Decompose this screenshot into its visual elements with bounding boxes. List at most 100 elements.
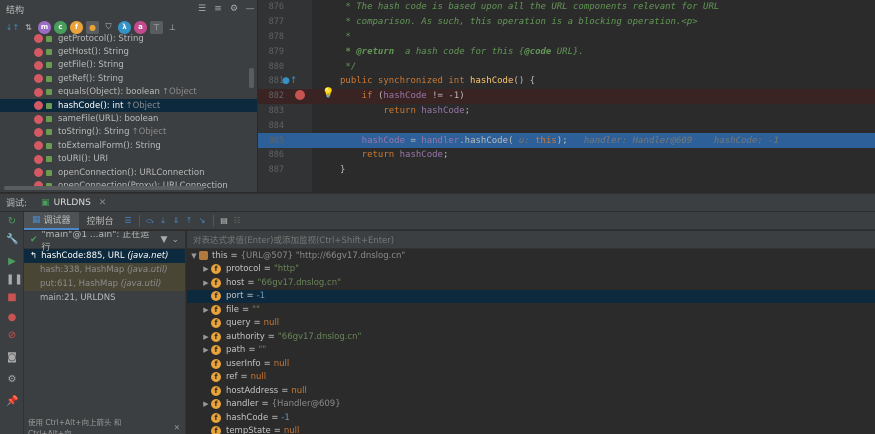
code-token: * (340, 31, 351, 42)
field-icon: f (211, 331, 221, 342)
step-out-icon[interactable]: ⤒ (183, 214, 196, 227)
intention-bulb-icon[interactable]: 💡 (322, 88, 334, 99)
run-to-cursor-icon[interactable]: ↘ (196, 214, 209, 227)
code-line[interactable]: 878 * (258, 30, 875, 45)
variable-row[interactable]: f ref = null (187, 371, 875, 385)
structure-member[interactable]: openConnection(): URLConnection (0, 166, 257, 179)
code-token: } (340, 165, 346, 176)
code-line[interactable]: 884 (258, 118, 875, 133)
chevron-right-icon[interactable]: ▶ (201, 346, 211, 354)
gear-icon[interactable]: ⚙ (226, 4, 242, 14)
variable-row[interactable]: f query = null (187, 317, 875, 331)
chevron-right-icon[interactable]: ▶ (201, 400, 211, 408)
minimize-icon[interactable]: — (242, 4, 257, 14)
run-config-icon: ▣ (41, 197, 50, 208)
layout-icon[interactable]: ☰ (122, 214, 135, 227)
code-line[interactable]: 879 * @return a hash code for this {@cod… (258, 44, 875, 59)
structure-horizontal-scrollbar[interactable] (4, 186, 204, 190)
code-line[interactable]: 880 */ (258, 59, 875, 74)
variable-row[interactable]: ▶ f path = "" (187, 344, 875, 358)
filter-icon[interactable]: ▼ (161, 235, 168, 245)
force-step-into-icon[interactable]: ⇓ (170, 214, 183, 227)
step-over-icon[interactable]: ⤼ (144, 214, 157, 227)
mute-breakpoints-icon[interactable]: ⊘ (6, 330, 18, 342)
code-line[interactable]: 883 return hashCode; (258, 104, 875, 119)
method-icon (34, 114, 43, 124)
chevron-right-icon[interactable]: ▶ (201, 333, 211, 341)
step-into-icon[interactable]: ⤓ (157, 214, 170, 227)
stop-icon[interactable]: ■ (6, 292, 18, 304)
code-token: * comparison. As such, this operation is… (340, 17, 698, 28)
structure-vertical-scrollbar[interactable] (249, 68, 254, 88)
structure-member[interactable]: getHost(): String (0, 45, 257, 58)
trace-icon[interactable]: ☷ (231, 214, 244, 227)
settings-icon[interactable]: ⚙ (6, 374, 18, 386)
line-number: 879 (268, 46, 284, 57)
evaluate-expression-icon[interactable]: ▤ (218, 214, 231, 227)
expand-all-icon[interactable]: ☰ (194, 4, 210, 14)
variable-row[interactable]: f hashCode = -1 (187, 411, 875, 425)
structure-member[interactable]: sameFile(URL): boolean (0, 112, 257, 125)
structure-member[interactable]: getFile(): String (0, 59, 257, 72)
structure-member[interactable]: toExternalForm(): String (0, 139, 257, 152)
variable-row[interactable]: f hostAddress = null (187, 384, 875, 398)
structure-member[interactable]: toString(): String ↑Object (0, 126, 257, 139)
debug-session-tab[interactable]: ▣ URLDNS ✕ (41, 198, 106, 208)
structure-member[interactable]: toURI(): URI (0, 153, 257, 166)
variable-row[interactable]: ▶ f host = "66gv17.dnslog.cn" (187, 276, 875, 290)
collapse-all-icon[interactable]: ≡ (210, 4, 226, 14)
close-icon[interactable]: ✕ (174, 423, 180, 432)
code-line[interactable]: 876 * The hash code is based upon all th… (258, 0, 875, 15)
method-icon (34, 47, 43, 57)
close-icon[interactable]: ✕ (99, 198, 107, 208)
chevron-right-icon[interactable]: ▶ (201, 265, 211, 273)
code-token: hashCode (470, 76, 514, 87)
code-line[interactable]: 885 hashCode = handler.hashCode( u: this… (258, 133, 875, 148)
chevron-down-icon[interactable]: ▼ (189, 252, 199, 260)
structure-member[interactable]: getProtocol(): String (0, 32, 257, 45)
pin-icon[interactable]: 📌 (6, 396, 18, 408)
code-line[interactable]: 886 return hashCode; (258, 148, 875, 163)
stack-frame[interactable]: put:611, HashMap (java.util) (24, 277, 185, 291)
code-line[interactable]: 881 public synchronized int hashCode() { (258, 74, 875, 89)
structure-member[interactable]: getRef(): String (0, 72, 257, 85)
structure-member[interactable]: equals(Object): boolean ↑Object (0, 86, 257, 99)
rerun-icon[interactable]: ↻ (6, 216, 18, 228)
code-line[interactable]: 887} (258, 163, 875, 178)
breakpoint-icon[interactable] (295, 90, 305, 100)
variable-root[interactable]: ▼ this = {URL@507} "http://66gv17.dnslog… (187, 249, 875, 263)
stack-frame[interactable]: main:21, URLDNS (24, 291, 185, 305)
stack-frame[interactable]: ↰ hashCode:885, URL (java.net) (24, 249, 185, 263)
tab-debugger[interactable]: ▦ 调试器 (24, 211, 79, 230)
code-line[interactable]: 877 * comparison. As such, this operatio… (258, 15, 875, 30)
code-editor[interactable]: 876 * The hash code is based upon all th… (258, 0, 875, 192)
variable-row[interactable]: ▶ f handler = {Handler@609} (187, 398, 875, 412)
override-marker-icon[interactable]: ●↑ (282, 76, 297, 86)
chevron-right-icon[interactable]: ▶ (201, 279, 211, 287)
chevron-right-icon[interactable]: ▶ (201, 306, 211, 314)
camera-icon[interactable]: ◙ (6, 352, 18, 364)
pause-icon[interactable]: ❚❚ (6, 274, 23, 286)
code-token: hashCode (383, 91, 427, 102)
code-token: hashCode (421, 105, 465, 116)
structure-member[interactable]: hashCode(): int ↑Object (0, 98, 257, 113)
modify-config-icon[interactable]: 🔧 (6, 234, 18, 246)
structure-title: 结构 (6, 5, 25, 16)
variable-row[interactable]: f port = -1 (187, 289, 875, 303)
variable-row[interactable]: f tempState = null (187, 425, 875, 434)
resume-icon[interactable]: ▶ (6, 256, 18, 268)
variable-row[interactable]: ▶ f file = "" (187, 303, 875, 317)
variable-row[interactable]: ▶ f protocol = "http" (187, 263, 875, 277)
variable-row[interactable]: ▶ f authority = "66gv17.dnslog.cn" (187, 330, 875, 344)
variable-row[interactable]: f userInfo = null (187, 357, 875, 371)
line-number: 881 (268, 76, 284, 87)
code-text: * @return a hash code for this {@code UR… (340, 47, 583, 57)
stack-frame[interactable]: hash:338, HashMap (java.util) (24, 263, 185, 277)
chevron-down-icon[interactable]: ⌄ (171, 235, 179, 245)
thread-selector[interactable]: ✔ "main"@1 ...ain": 正在运行 ▼ ⌄ (24, 231, 185, 253)
public-icon (46, 156, 52, 163)
tab-console[interactable]: 控制台 (79, 212, 122, 230)
evaluate-input[interactable]: 对表达式求值(Enter)或添加监视(Ctrl+Shift+Enter) (187, 231, 875, 249)
code-line[interactable]: 882 if (hashCode != -1) (258, 88, 875, 104)
view-breakpoints-icon[interactable]: ● (6, 312, 18, 324)
